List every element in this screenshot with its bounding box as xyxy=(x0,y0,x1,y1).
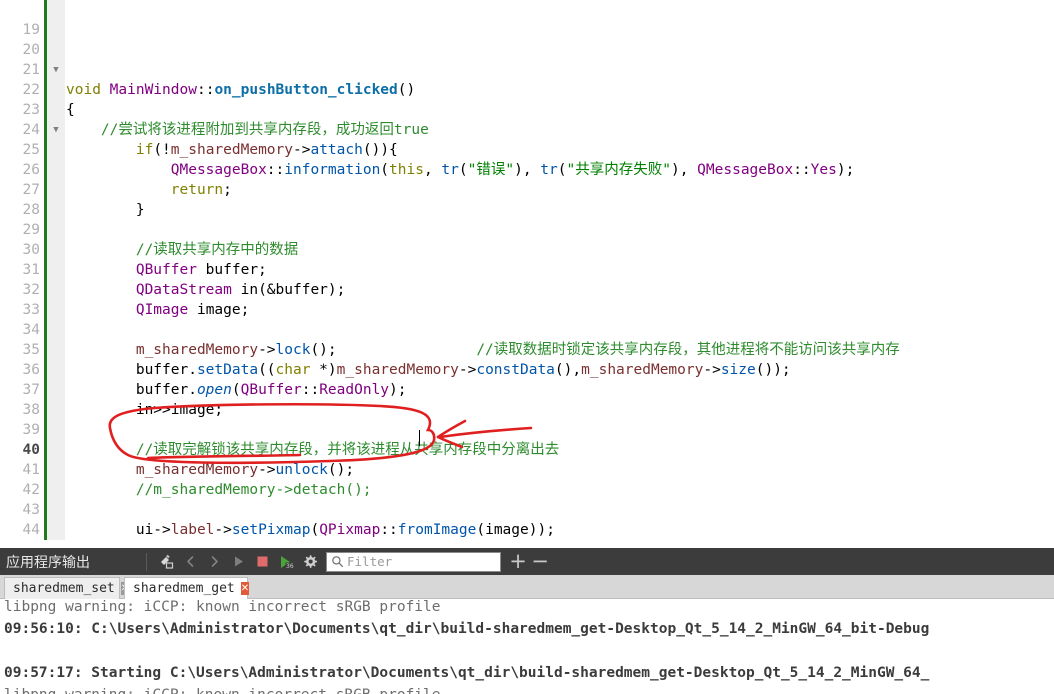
code-text: { xyxy=(66,102,75,118)
zoom-in-button[interactable]: + xyxy=(507,551,529,572)
code-line[interactable]: 42 ui->label->setPixmap(QPixmap::fromIma… xyxy=(0,460,555,538)
code-line[interactable]: 41 xyxy=(0,440,52,478)
code-line[interactable]: 36 in>>image; xyxy=(0,340,224,418)
clear-output-icon[interactable] xyxy=(154,551,178,573)
chevron-left-icon[interactable] xyxy=(178,551,202,573)
play-debug-icon[interactable]: 36 xyxy=(274,551,298,573)
code-text: } xyxy=(66,202,145,218)
chevron-right-icon[interactable] xyxy=(202,551,226,573)
output-log[interactable]: libpng warning: iCCP: known incorrect sR… xyxy=(0,599,1054,694)
svg-text:36: 36 xyxy=(286,563,294,570)
code-line[interactable]: 21 { xyxy=(0,40,75,118)
stop-icon[interactable] xyxy=(250,551,274,573)
line-number: 44 xyxy=(22,522,40,538)
code-text: buffer.setData((char *)m_sharedMemory->c… xyxy=(66,362,791,378)
code-line[interactable]: 35 buffer.open(QBuffer::ReadOnly); xyxy=(0,320,407,398)
code-text: QMessageBox::information(this, tr("错误"),… xyxy=(170,162,855,178)
log-line: 09:57:17: Starting C:\Users\Administrato… xyxy=(4,665,930,681)
search-icon xyxy=(327,555,344,568)
filter-placeholder: Filter xyxy=(347,554,393,569)
code-line[interactable]: 19 xyxy=(0,0,52,38)
code-text: return; xyxy=(170,182,232,198)
filter-input[interactable]: Filter xyxy=(326,551,501,572)
code-line-current[interactable]: 40 //m_sharedMemory->detach(); xyxy=(0,420,372,498)
code-line[interactable]: 28 //读取共享内存中的数据 xyxy=(0,180,299,258)
output-tab-label: sharedmem_set xyxy=(13,581,115,596)
code-text: QDataStream in(&buffer); xyxy=(135,282,346,298)
code-line[interactable]: 39 m_sharedMemory->unlock(); xyxy=(0,400,355,478)
zoom-out-button[interactable]: − xyxy=(529,551,551,572)
code-line[interactable]: 22 //尝试将该进程附加到共享内存段，成功返回true xyxy=(0,60,429,138)
code-line[interactable]: 37 xyxy=(0,360,52,398)
code-line[interactable]: 38 //读取完解锁该共享内存段，并将该进程从共享内存段中分离出去 xyxy=(0,380,560,458)
application-output-pane: 应用程序输出 36 Filter + − sharedmem_set share… xyxy=(0,540,1054,694)
code-text: //m_sharedMemory->detach(); xyxy=(66,482,372,498)
output-toolbar: 应用程序输出 36 Filter + − xyxy=(0,548,1054,575)
code-line[interactable]: 32 xyxy=(0,260,52,298)
code-line[interactable]: 20 ▼ void MainWindow::on_pushButton_clic… xyxy=(0,20,416,98)
code-editor[interactable]: 19 20 ▼ void MainWindow::on_pushButton_c… xyxy=(0,0,1054,540)
code-line[interactable]: 44 xyxy=(0,500,52,538)
log-line: 09:56:10: C:\Users\Administrator\Documen… xyxy=(4,621,930,637)
output-pane-title: 应用程序输出 xyxy=(6,554,90,571)
code-text: QImage image; xyxy=(135,302,250,318)
code-line[interactable]: 34 buffer.setData((char *)m_sharedMemory… xyxy=(0,300,791,378)
output-tab-sharedmem-set[interactable]: sharedmem_set ✕ xyxy=(4,577,130,599)
code-line[interactable]: 24 QMessageBox::information(this, tr("错误… xyxy=(0,100,855,178)
code-line[interactable]: 29 QBuffer buffer; xyxy=(0,200,267,278)
output-tab-strip: sharedmem_set ✕ sharedmem_get ✕ xyxy=(0,575,1054,599)
code-text: //尝试将该进程附加到共享内存段，成功返回true xyxy=(66,122,429,138)
output-tab-sharedmem-get[interactable]: sharedmem_get ✕ xyxy=(124,577,250,599)
code-text: QBuffer buffer; xyxy=(135,262,267,278)
code-text: //读取完解锁该共享内存段，并将该进程从共享内存段中分离出去 xyxy=(66,442,560,458)
code-line[interactable]: 23 ▼ if(!m_sharedMemory->attach()){ xyxy=(0,80,398,158)
code-text: void MainWindow::on_pushButton_clicked() xyxy=(66,82,416,98)
code-line[interactable]: 30 QDataStream in(&buffer); xyxy=(0,220,346,298)
code-text: ui->label->setPixmap(QPixmap::fromImage(… xyxy=(66,522,555,538)
gear-icon[interactable] xyxy=(298,551,322,573)
code-line[interactable]: 27 xyxy=(0,160,52,198)
code-line[interactable]: 25 return; xyxy=(0,120,232,198)
code-line[interactable]: 31 QImage image; xyxy=(0,240,250,318)
code-line[interactable]: 33 m_sharedMemory->lock(); //读取数据时锁定该共享内… xyxy=(0,280,900,358)
toolbar-separator xyxy=(146,552,147,571)
code-line[interactable]: 26 } xyxy=(0,140,145,218)
code-text: if(!m_sharedMemory->attach()){ xyxy=(135,142,398,158)
code-text: in>>image; xyxy=(66,402,224,418)
code-text: m_sharedMemory->unlock(); xyxy=(135,462,355,478)
code-text: buffer.open(QBuffer::ReadOnly); xyxy=(66,382,407,398)
log-line: libpng warning: iCCP: known incorrect sR… xyxy=(4,684,441,694)
code-text: m_sharedMemory->lock(); //读取数据时锁定该共享内存段，… xyxy=(135,342,900,358)
code-line[interactable]: 43 } xyxy=(0,480,52,518)
log-line: libpng warning: iCCP: known incorrect sR… xyxy=(4,599,441,615)
text-caret xyxy=(419,430,420,446)
qt-creator-window: 19 20 ▼ void MainWindow::on_pushButton_c… xyxy=(0,0,1054,694)
play-icon[interactable] xyxy=(226,551,250,573)
output-tab-label: sharedmem_get xyxy=(133,581,235,596)
close-icon[interactable]: ✕ xyxy=(240,582,250,595)
code-text: //读取共享内存中的数据 xyxy=(66,242,299,258)
